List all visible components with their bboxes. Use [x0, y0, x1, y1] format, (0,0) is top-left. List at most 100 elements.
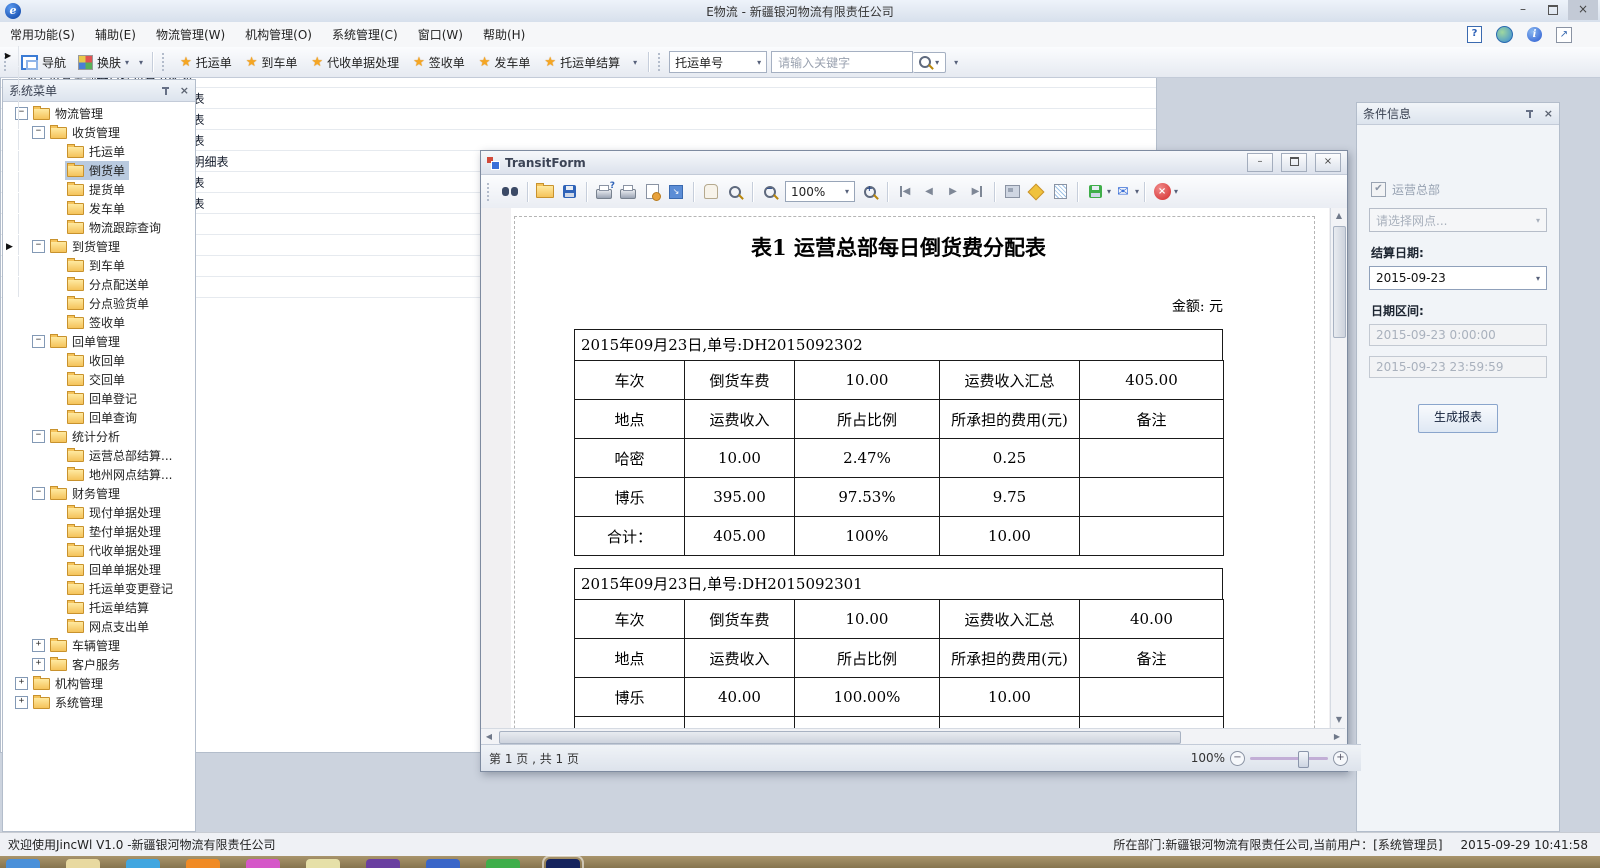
transit-titlebar[interactable]: TransitForm – ×: [481, 151, 1347, 175]
stats-icon[interactable]: [1556, 27, 1572, 43]
tree-expander-icon[interactable]: +: [32, 639, 45, 652]
preview-vertical-scrollbar[interactable]: ▲ ▼: [1330, 208, 1347, 728]
pin-icon[interactable]: [1525, 109, 1534, 119]
tree-expander-icon[interactable]: −: [32, 240, 45, 253]
tree-expander-icon[interactable]: −: [32, 335, 45, 348]
transit-minimize-button[interactable]: –: [1247, 153, 1273, 172]
tree-node[interactable]: 地州网点结算...: [3, 465, 195, 484]
taskbar-app-3[interactable]: [126, 859, 160, 868]
menu-item[interactable]: 帮助(H): [473, 23, 535, 47]
chevron-down-icon[interactable]: ▾: [1174, 187, 1178, 196]
globe-icon[interactable]: [1496, 26, 1513, 43]
zoom-level-select[interactable]: 100% ▾: [785, 181, 855, 202]
toolbar-overflow-icon[interactable]: ▾: [954, 58, 958, 67]
scroll-right-icon[interactable]: ▶: [1329, 729, 1345, 745]
menu-item[interactable]: 常用功能(S): [0, 23, 85, 47]
prev-page-button[interactable]: ◀: [917, 180, 941, 204]
toolbar-overflow-icon[interactable]: ▾: [139, 58, 143, 67]
transit-maximize-button[interactable]: [1281, 153, 1307, 172]
vertical-scroll-thumb[interactable]: [1333, 226, 1346, 338]
generate-report-button[interactable]: 生成报表: [1418, 404, 1498, 433]
favorite-shortcut[interactable]: ★ 发车单: [472, 51, 538, 74]
taskbar-app-1[interactable]: [6, 859, 40, 868]
tree-expander-icon[interactable]: −: [32, 430, 45, 443]
favorite-shortcut[interactable]: ★ 托运单结算: [537, 51, 627, 74]
zoom-in-button[interactable]: +: [858, 180, 882, 204]
tree-node[interactable]: + 系统管理: [3, 693, 195, 712]
zoom-select-button[interactable]: [723, 180, 747, 204]
tree-node[interactable]: 回单单据处理: [3, 560, 195, 579]
preview-horizontal-scrollbar[interactable]: ◀ ▶: [481, 728, 1345, 745]
tree-node[interactable]: − 回单管理: [3, 332, 195, 351]
find-button[interactable]: [498, 180, 522, 204]
tree-node[interactable]: − 财务管理: [3, 484, 195, 503]
export-button[interactable]: [1083, 180, 1107, 204]
info-icon[interactable]: [1527, 27, 1542, 42]
favorite-shortcut[interactable]: ★ 代收单据处理: [304, 51, 406, 74]
zoom-slider-thumb[interactable]: [1298, 751, 1309, 768]
tree-expander-icon[interactable]: +: [15, 677, 28, 690]
taskbar-app-2[interactable]: [66, 859, 100, 868]
help-doc-icon[interactable]: [1467, 26, 1482, 43]
tree-node[interactable]: 回单查询: [3, 408, 195, 427]
window-close-button[interactable]: ×: [1568, 0, 1598, 20]
chevron-down-icon[interactable]: ▾: [1135, 187, 1139, 196]
scroll-up-icon[interactable]: ▲: [1331, 208, 1347, 224]
print-dialog-button[interactable]: [592, 180, 616, 204]
search-input[interactable]: 请输入关键字: [771, 51, 913, 73]
zoom-out-circle-icon[interactable]: −: [1230, 751, 1245, 766]
tree-node[interactable]: 回单登记: [3, 389, 195, 408]
tree-node[interactable]: 分点配送单: [3, 275, 195, 294]
tree-node[interactable]: 发车单: [3, 199, 195, 218]
email-button[interactable]: ✉: [1111, 180, 1135, 204]
tree-node[interactable]: 运营总部结算...: [3, 446, 195, 465]
save-button[interactable]: [557, 180, 581, 204]
tree-node[interactable]: 托运单变更登记: [3, 579, 195, 598]
pan-button[interactable]: [699, 180, 723, 204]
menu-item[interactable]: 机构管理(O): [235, 23, 322, 47]
menu-item[interactable]: 系统管理(C): [322, 23, 408, 47]
taskbar-app-7[interactable]: [366, 859, 400, 868]
favorite-shortcut[interactable]: ★ 托运单: [173, 51, 239, 74]
tree-node[interactable]: 倒货单: [3, 161, 195, 180]
transit-close-button[interactable]: ×: [1315, 153, 1341, 172]
taskbar-app-5[interactable]: [246, 859, 280, 868]
tree-node[interactable]: 网点支出单: [3, 617, 195, 636]
tree-node[interactable]: + 车辆管理: [3, 636, 195, 655]
tree-node[interactable]: 到车单: [3, 256, 195, 275]
taskbar-app-4[interactable]: [186, 859, 220, 868]
tree-node[interactable]: 代收单据处理: [3, 541, 195, 560]
zoom-in-circle-icon[interactable]: +: [1333, 751, 1348, 766]
tree-node[interactable]: 托运单结算: [3, 598, 195, 617]
tree-expander-icon[interactable]: +: [32, 658, 45, 671]
first-page-button[interactable]: ◀: [893, 180, 917, 204]
menu-item[interactable]: 物流管理(W): [146, 23, 235, 47]
page-setup-button[interactable]: [640, 180, 664, 204]
close-icon[interactable]: ×: [180, 84, 189, 97]
tree-node[interactable]: 分点验货单: [3, 294, 195, 313]
search-category-select[interactable]: 托运单号 ▾: [669, 51, 767, 73]
skin-button[interactable]: 换肤 ▾: [72, 51, 135, 74]
tree-node[interactable]: − 物流管理: [3, 104, 195, 123]
next-page-button[interactable]: ▶: [941, 180, 965, 204]
taskbar-app-elogistics[interactable]: [546, 859, 580, 868]
tree-node[interactable]: 现付单据处理: [3, 503, 195, 522]
window-minimize-button[interactable]: –: [1508, 0, 1538, 20]
tree-node[interactable]: + 机构管理: [3, 674, 195, 693]
scroll-down-icon[interactable]: ▼: [1331, 712, 1347, 728]
horizontal-scroll-thumb[interactable]: [499, 731, 1181, 744]
document-map-button[interactable]: [1000, 180, 1024, 204]
print-button[interactable]: [616, 180, 640, 204]
edit-page-button[interactable]: [1048, 180, 1072, 204]
tree-node[interactable]: 提货单: [3, 180, 195, 199]
close-icon[interactable]: ×: [1544, 107, 1553, 120]
taskbar-app-9[interactable]: [486, 859, 520, 868]
pin-icon[interactable]: [161, 86, 170, 96]
tree-node[interactable]: 签收单: [3, 313, 195, 332]
tree-node[interactable]: 收回单: [3, 351, 195, 370]
tree-node[interactable]: − 到货管理: [3, 237, 195, 256]
menu-item[interactable]: 窗口(W): [408, 23, 473, 47]
search-button[interactable]: ▾: [913, 52, 946, 73]
last-page-button[interactable]: ▶: [965, 180, 989, 204]
tree-node[interactable]: 托运单: [3, 142, 195, 161]
